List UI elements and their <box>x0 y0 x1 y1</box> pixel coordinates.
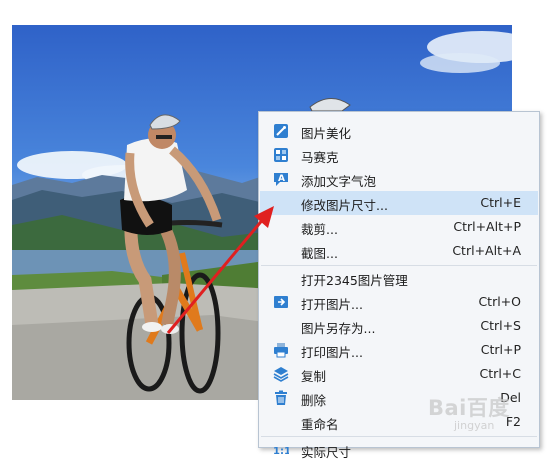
menu-item-label: 打印图片... <box>301 345 363 360</box>
mosaic-icon <box>273 147 289 163</box>
svg-text:A: A <box>278 174 285 184</box>
text-bubble-icon: A <box>273 171 289 187</box>
menu-item-text-bubble[interactable]: A 添加文字气泡 <box>260 167 538 191</box>
menu-item-beautify[interactable]: 图片美化 <box>260 119 538 143</box>
menu-item-label: 重命名 <box>301 417 339 432</box>
open-folder-icon <box>273 294 289 310</box>
baidu-watermark: Bai百度 jingyan <box>420 388 550 440</box>
menu-item-label: 打开2345图片管理 <box>301 273 408 288</box>
menu-item-open-image[interactable]: 打开图片... Ctrl+O <box>260 290 538 314</box>
actual-size-icon: 1:1 <box>273 442 291 458</box>
trash-icon <box>273 390 289 406</box>
printer-icon <box>273 342 289 358</box>
menu-item-shortcut: Ctrl+E <box>480 195 521 210</box>
menu-item-actual-size[interactable]: 1:1 实际尺寸 <box>260 438 538 462</box>
menu-item-label: 图片另存为... <box>301 321 376 336</box>
menu-item-save-as[interactable]: 图片另存为... Ctrl+S <box>260 314 538 338</box>
menu-item-screenshot[interactable]: 截图... Ctrl+Alt+A <box>260 239 538 263</box>
menu-item-label: 复制 <box>301 369 327 384</box>
menu-item-print[interactable]: 打印图片... Ctrl+P <box>260 338 538 362</box>
watermark-subtext: jingyan <box>454 419 495 432</box>
menu-item-label: 截图... <box>301 246 338 261</box>
copy-icon <box>273 366 289 382</box>
menu-item-label: 添加文字气泡 <box>301 174 377 189</box>
menu-item-copy[interactable]: 复制 Ctrl+C <box>260 362 538 386</box>
menu-item-shortcut: Ctrl+O <box>478 294 521 309</box>
menu-item-shortcut: Ctrl+P <box>480 342 521 357</box>
menu-item-label: 修改图片尺寸... <box>301 198 388 213</box>
menu-item-crop[interactable]: 裁剪... Ctrl+Alt+P <box>260 215 538 239</box>
menu-item-resize[interactable]: 修改图片尺寸... Ctrl+E <box>260 191 538 215</box>
watermark-text: Bai百度 <box>428 396 510 420</box>
menu-item-shortcut: Ctrl+Alt+A <box>452 243 521 258</box>
menu-item-label: 马赛克 <box>301 150 339 165</box>
wand-icon <box>273 123 289 139</box>
menu-item-open-manager[interactable]: 打开2345图片管理 <box>260 266 538 290</box>
menu-item-label: 打开图片... <box>301 297 363 312</box>
menu-item-shortcut: Ctrl+S <box>480 318 521 333</box>
menu-item-shortcut: Ctrl+Alt+P <box>453 219 521 234</box>
svg-text:1:1: 1:1 <box>273 446 289 457</box>
menu-item-shortcut: Ctrl+C <box>479 366 521 381</box>
menu-item-label: 删除 <box>301 393 327 408</box>
menu-item-label: 实际尺寸 <box>301 445 352 460</box>
menu-item-label: 裁剪... <box>301 222 338 237</box>
menu-item-mosaic[interactable]: 马赛克 <box>260 143 538 167</box>
menu-item-label: 图片美化 <box>301 126 352 141</box>
